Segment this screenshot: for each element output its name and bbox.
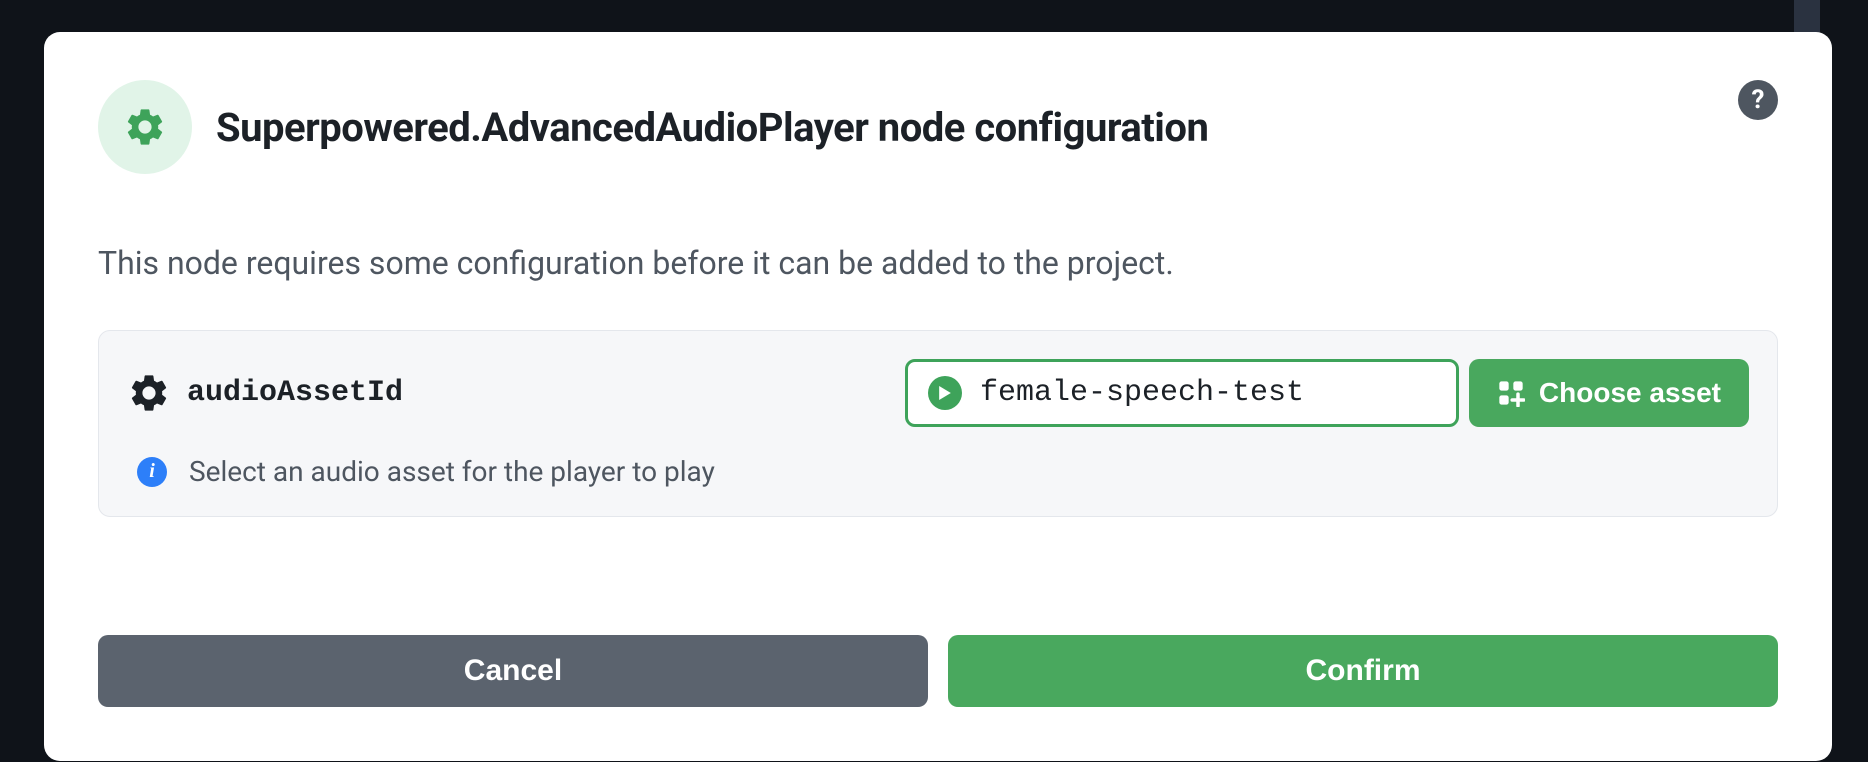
config-label-group: audioAssetId	[127, 371, 887, 415]
info-row: i Select an audio asset for the player t…	[127, 455, 1749, 488]
choose-asset-button[interactable]: Choose asset	[1469, 359, 1749, 427]
info-text: Select an audio asset for the player to …	[189, 455, 715, 488]
asset-value: female-speech-test	[980, 376, 1304, 410]
gear-icon	[127, 371, 171, 415]
help-button[interactable]: ?	[1738, 80, 1778, 120]
gear-icon-badge	[98, 80, 192, 174]
confirm-button[interactable]: Confirm	[948, 635, 1778, 707]
config-panel: audioAssetId female-speech-test	[98, 330, 1778, 517]
dialog-actions: Cancel Confirm	[98, 635, 1778, 707]
asset-input-group: female-speech-test Choose asset	[905, 359, 1749, 427]
asset-display-field[interactable]: female-speech-test	[905, 359, 1459, 427]
config-row: audioAssetId female-speech-test	[127, 359, 1749, 427]
dialog-title: Superpowered.AdvancedAudioPlayer node co…	[216, 104, 1208, 151]
grid-plus-icon	[1497, 379, 1525, 407]
play-icon	[928, 376, 962, 410]
background-decoration	[1794, 0, 1820, 32]
node-configuration-dialog: ? Superpowered.AdvancedAudioPlayer node …	[44, 32, 1832, 761]
dialog-description: This node requires some configuration be…	[98, 244, 1778, 282]
info-icon: i	[137, 457, 167, 487]
dialog-header: Superpowered.AdvancedAudioPlayer node co…	[98, 80, 1778, 174]
gear-icon	[123, 105, 167, 149]
choose-asset-label: Choose asset	[1539, 377, 1721, 409]
cancel-button[interactable]: Cancel	[98, 635, 928, 707]
param-name-label: audioAssetId	[187, 376, 403, 410]
